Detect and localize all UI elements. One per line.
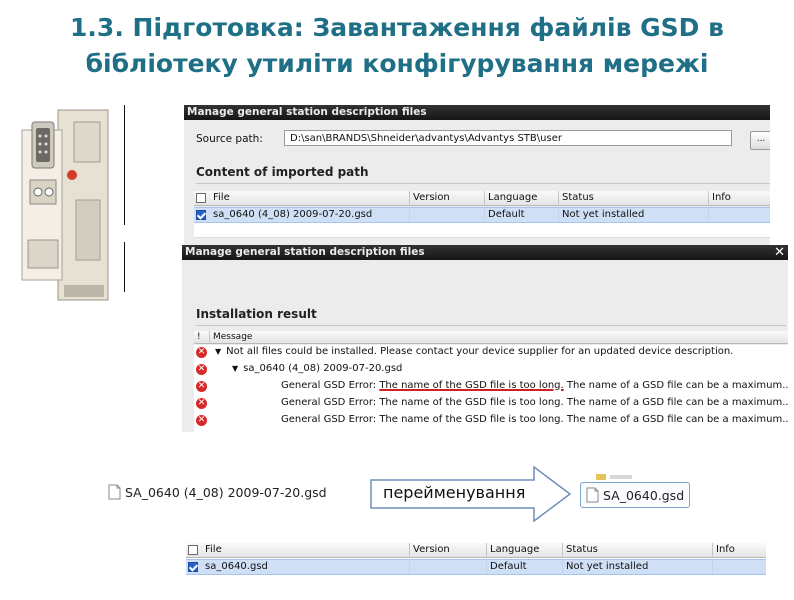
dialog-title-text: Manage general station description files (185, 246, 425, 258)
message-highlight: The name of the GSD file is too long. (379, 397, 564, 408)
column-header-version[interactable]: Version (410, 191, 485, 205)
message-table-header: ! Message (194, 331, 788, 344)
error-icon: ✕ (196, 347, 207, 358)
renamed-file-item[interactable]: SA_0640.gsd (580, 482, 691, 508)
cell-status: Not yet installed (559, 208, 709, 222)
row-checkbox[interactable] (196, 210, 206, 220)
column-header-info[interactable]: Info (713, 543, 766, 557)
browse-button[interactable]: ... (750, 131, 770, 150)
renamed-file-table: File Version Language Status Info sa_064… (186, 543, 766, 579)
column-header-message[interactable]: Message (210, 331, 788, 343)
document-icon (586, 487, 599, 503)
divider-line (124, 105, 125, 225)
table-row[interactable]: sa_0640.gsd Default Not yet installed (186, 559, 766, 575)
table-header: File Version Language Status Info (186, 543, 766, 558)
content-table-header: File Version Language Status Info (194, 191, 770, 206)
cell-info (713, 560, 766, 574)
message-highlight: The name of the GSD file is too long. (379, 380, 564, 391)
message-highlight: The name of the GSD file is too long. (379, 414, 564, 425)
error-icon: ✕ (196, 415, 207, 426)
message-prefix: General GSD Error: (281, 397, 380, 408)
cell-version (410, 560, 487, 574)
manage-gsd-dialog: Manage general station description files… (184, 105, 770, 255)
new-file-name: SA_0640.gsd (603, 487, 685, 503)
column-header-status[interactable]: Status (563, 543, 713, 557)
message-suffix: The name of a GSD file can be a maximum.… (563, 414, 788, 425)
column-header-language[interactable]: Language (485, 191, 559, 205)
cell-status: Not yet installed (563, 560, 713, 574)
list-item[interactable]: ▼ Not all files could be installed. Pleas… (215, 345, 733, 359)
content-heading: Content of imported path (196, 165, 369, 179)
column-header-file[interactable]: File (210, 191, 410, 205)
close-icon[interactable]: ✕ (774, 245, 785, 260)
installation-result-dialog: Manage general station description files… (182, 245, 788, 432)
rename-arrow-label: перейменування (383, 483, 526, 502)
slide-title: 1.3. Підготовка: Завантаження файлів GSD… (0, 0, 794, 82)
list-item[interactable]: ▼ sa_0640 (4_08) 2009-07-20.gsd (232, 362, 402, 376)
divider-line (124, 242, 125, 292)
error-icon: ✕ (196, 398, 207, 409)
column-header-status[interactable]: Status (559, 191, 709, 205)
source-path-label: Source path: (196, 133, 263, 145)
error-icon: ✕ (196, 364, 207, 375)
folder-icon (596, 474, 632, 480)
dialog-title: Manage general station description files (184, 105, 770, 120)
column-header-language[interactable]: Language (487, 543, 563, 557)
cell-file: sa_0640.gsd (202, 560, 410, 574)
empty-row (194, 223, 770, 238)
document-icon (108, 484, 121, 500)
expand-icon[interactable]: ▼ (215, 347, 221, 356)
cell-version (410, 208, 485, 222)
slide-title-line-2: бібліотеку утиліти конфігурування мережі (85, 49, 709, 78)
dialog-title: Manage general station description files… (182, 245, 788, 260)
device-module-image (21, 109, 109, 301)
old-file-name: SA_0640 (4_08) 2009-07-20.gsd (125, 484, 327, 500)
cell-language: Default (487, 560, 563, 574)
table-row[interactable]: sa_0640 (4_08) 2009-07-20.gsd Default No… (194, 207, 770, 223)
message-suffix: The name of a GSD file can be a maximum.… (563, 397, 788, 408)
column-header-severity[interactable]: ! (194, 331, 210, 343)
cell-info (709, 208, 770, 222)
error-icon: ✕ (196, 381, 207, 392)
list-item[interactable]: General GSD Error: The name of the GSD f… (281, 413, 788, 427)
message-text: Not all files could be installed. Please… (226, 346, 734, 357)
old-file-item[interactable]: SA_0640 (4_08) 2009-07-20.gsd (108, 484, 327, 500)
expand-icon[interactable]: ▼ (232, 364, 238, 373)
installation-result-heading: Installation result (196, 307, 317, 321)
column-header-info[interactable]: Info (709, 191, 770, 205)
column-header-file[interactable]: File (202, 543, 410, 557)
message-suffix: The name of a GSD file can be a maximum.… (563, 380, 788, 391)
select-all-checkbox[interactable] (188, 545, 198, 555)
slide-title-line-1: 1.3. Підготовка: Завантаження файлів GSD… (70, 13, 724, 42)
row-checkbox[interactable] (188, 562, 198, 572)
select-all-checkbox[interactable] (196, 193, 206, 203)
message-list: ✕ ▼ Not all files could be installed. Ple… (194, 345, 788, 432)
message-prefix: General GSD Error: (281, 414, 380, 425)
cell-language: Default (485, 208, 559, 222)
message-prefix: General GSD Error: (281, 380, 380, 391)
column-header-version[interactable]: Version (410, 543, 487, 557)
message-text: sa_0640 (4_08) 2009-07-20.gsd (243, 363, 403, 374)
list-item[interactable]: General GSD Error: The name of the GSD f… (281, 396, 788, 410)
list-item[interactable]: General GSD Error: The name of the GSD f… (281, 379, 788, 393)
source-path-value: D:\san\BRANDS\Shneider\advantys\Advantys… (290, 133, 562, 144)
source-path-input[interactable]: D:\san\BRANDS\Shneider\advantys\Advantys… (284, 130, 732, 146)
cell-file: sa_0640 (4_08) 2009-07-20.gsd (210, 208, 410, 222)
